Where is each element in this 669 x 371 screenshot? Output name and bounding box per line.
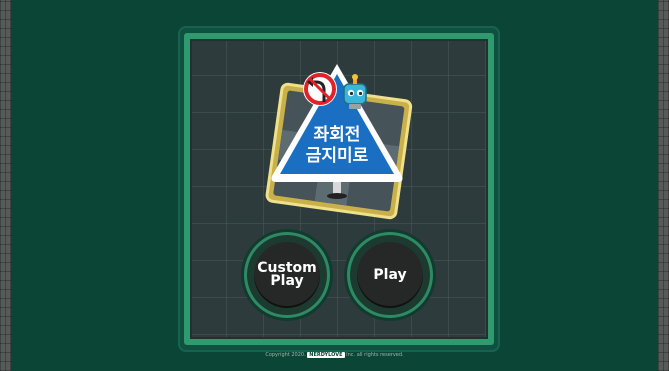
logo-title-line2: 금지미로 (306, 146, 369, 166)
copyright-suffix: Inc. all rights reserved. (346, 352, 404, 358)
play-button-face: Play (357, 242, 423, 308)
logo-title-line1: 좌회전 (314, 125, 361, 145)
copyright-footer: Copyright 2020. NERDYLOVE Inc. all right… (0, 352, 669, 358)
play-label: Play (373, 266, 407, 283)
left-wall (0, 0, 12, 371)
game-logo: 좌회전 금지미로 (265, 64, 413, 220)
custom-play-label-line2: Play (270, 273, 304, 289)
custom-play-button[interactable]: Custom Play (247, 235, 327, 315)
right-wall (657, 0, 669, 371)
no-left-turn-icon (303, 72, 337, 106)
play-button[interactable]: Play (350, 235, 430, 315)
brand-badge: NERDYLOVE (307, 352, 345, 358)
copyright-prefix: Copyright 2020. (265, 352, 306, 358)
robot-icon (343, 74, 367, 109)
custom-play-button-face: Custom Play (254, 242, 320, 308)
